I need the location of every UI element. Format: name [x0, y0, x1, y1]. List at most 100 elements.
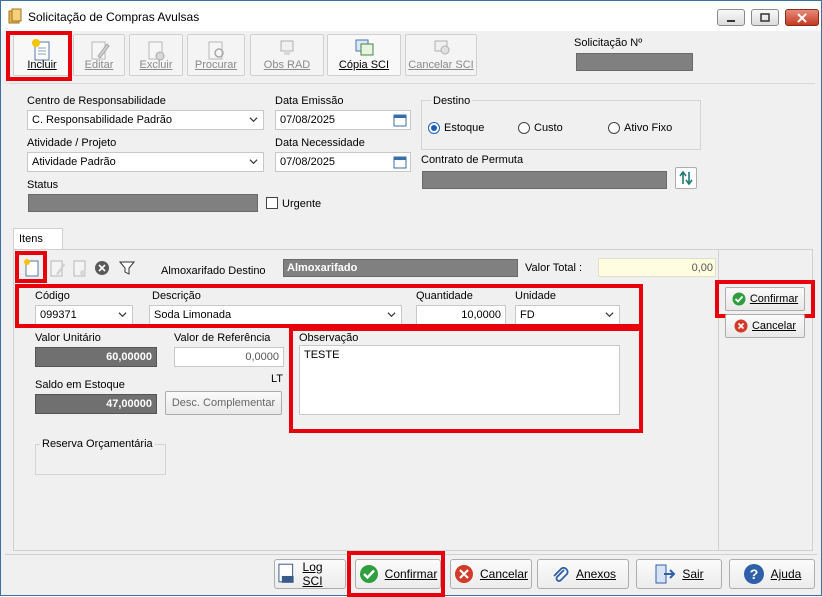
quantidade-field[interactable]: 10,0000: [416, 305, 506, 325]
codigo-select[interactable]: 099371: [35, 305, 133, 325]
radio-ativo-fixo[interactable]: Ativo Fixo: [608, 122, 672, 134]
copy-icon: [355, 39, 374, 56]
tab-itens-label: Itens: [19, 233, 43, 245]
observacao-value: TESTE: [304, 349, 340, 361]
data-emissao-label: Data Emissão: [275, 95, 344, 107]
editar-label: Editar: [84, 59, 114, 71]
cancel-document-icon: [434, 40, 450, 55]
copia-sci-button[interactable]: Cópia SCI: [327, 34, 401, 76]
remove-item-icon[interactable]: [71, 258, 89, 278]
almox-value: Almoxarifado: [287, 262, 358, 274]
status-label: Status: [27, 179, 59, 191]
chevron-down-icon: [387, 312, 396, 318]
add-item-icon[interactable]: [23, 258, 41, 278]
descricao-label: Descrição: [152, 290, 201, 302]
cancelar-label: Cancelar: [479, 567, 529, 581]
atividade-value: Atividade Padrão: [32, 156, 116, 168]
radio-estoque-label: Estoque: [444, 122, 485, 134]
copia-sci-label: Cópia SCI: [338, 59, 390, 71]
procurar-button[interactable]: Procurar: [187, 34, 245, 76]
close-window-button[interactable]: [785, 9, 819, 26]
centro-select[interactable]: C. Responsabilidade Padrão: [27, 110, 264, 130]
saldo-field: 47,00000: [35, 394, 157, 414]
valor-unitario-field: 60,00000: [35, 347, 157, 367]
valor-total-value: 0,00: [691, 262, 713, 274]
item-confirmar-label: Confirmar: [749, 293, 799, 305]
item-cancelar-button[interactable]: Cancelar: [725, 314, 805, 338]
cancelar-button[interactable]: Cancelar: [450, 559, 532, 589]
cancelar-sci-button[interactable]: Cancelar SCI: [405, 34, 477, 76]
calendar-icon[interactable]: [393, 113, 407, 127]
atividade-select[interactable]: Atividade Padrão: [27, 152, 264, 172]
valor-unitario-label: Valor Unitário: [35, 332, 101, 344]
calendar-icon[interactable]: [393, 155, 407, 169]
radio-estoque-dot: [428, 122, 440, 134]
anexos-label: Anexos: [575, 567, 617, 581]
cancel-circle-icon: [734, 319, 748, 333]
maximize-button[interactable]: [751, 9, 779, 26]
item-confirmar-button[interactable]: Confirmar: [725, 287, 805, 311]
unidade-select[interactable]: FD: [515, 305, 620, 325]
almox-field: Almoxarifado: [283, 259, 518, 277]
confirmar-button[interactable]: Confirmar: [355, 559, 441, 589]
ajuda-button[interactable]: ? Ajuda: [729, 559, 815, 589]
svg-text:?: ?: [749, 566, 758, 582]
item-cancelar-label: Cancelar: [751, 320, 797, 332]
header-divider: [9, 83, 815, 84]
swap-button[interactable]: [675, 167, 697, 189]
chevron-down-icon: [249, 117, 258, 123]
check-circle-icon: [359, 565, 378, 583]
minimize-icon: [727, 19, 735, 22]
data-necessidade-label: Data Necessidade: [275, 137, 365, 149]
contrato-label: Contrato de Permuta: [421, 154, 524, 166]
editar-button[interactable]: Editar: [73, 34, 125, 76]
swap-arrows-icon: [679, 170, 693, 186]
almox-label: Almoxarifado Destino: [161, 265, 266, 277]
saldo-label: Saldo em Estoque: [35, 379, 125, 391]
observacao-label: Observação: [299, 332, 359, 344]
urgente-checkbox[interactable]: [266, 197, 278, 209]
ajuda-label: Ajuda: [770, 567, 802, 581]
itens-side-divider: [718, 249, 719, 551]
excluir-button[interactable]: Excluir: [129, 34, 183, 76]
solicitacao-number-field: [576, 53, 693, 71]
obs-rad-label: Obs RAD: [263, 59, 311, 71]
descricao-select[interactable]: Soda Limonada: [149, 305, 402, 325]
radio-custo-label: Custo: [534, 122, 563, 134]
data-emissao-field[interactable]: 07/08/2025: [275, 110, 411, 130]
radio-custo[interactable]: Custo: [518, 122, 563, 134]
observacao-textarea[interactable]: TESTE: [299, 345, 620, 415]
log-sci-label: Log SCI: [302, 560, 323, 588]
contrato-field: [422, 171, 667, 189]
filter-icon[interactable]: [119, 259, 135, 277]
chevron-down-icon: [118, 312, 127, 318]
incluir-label: Incluir: [27, 59, 57, 71]
desc-complementar-button[interactable]: Desc. Complementar: [165, 391, 282, 415]
sair-label: Sair: [682, 567, 704, 581]
footer-divider: [5, 554, 817, 555]
radio-ativo-fixo-label: Ativo Fixo: [624, 122, 673, 134]
minimize-button[interactable]: [717, 9, 745, 26]
cancel-circle-icon[interactable]: [94, 260, 110, 276]
maximize-icon: [760, 12, 770, 22]
sair-button[interactable]: Sair: [636, 559, 722, 589]
log-document-icon: [278, 563, 294, 583]
incluir-button[interactable]: Incluir: [13, 34, 71, 76]
valor-referencia-field[interactable]: 0,0000: [174, 347, 284, 367]
notes-icon: [280, 40, 294, 55]
edit-item-icon[interactable]: [48, 258, 66, 278]
lt-label: LT: [271, 373, 284, 385]
anexos-button[interactable]: Anexos: [537, 559, 629, 589]
reserva-label: Reserva Orçamentária: [40, 438, 155, 450]
obs-rad-button[interactable]: Obs RAD: [250, 34, 324, 76]
descricao-value: Soda Limonada: [154, 309, 232, 321]
log-sci-button[interactable]: Log SCI: [274, 559, 346, 589]
status-field: [28, 194, 258, 212]
tab-itens[interactable]: Itens: [13, 228, 63, 250]
cancel-circle-icon: [454, 565, 473, 583]
unidade-value: FD: [520, 309, 535, 321]
help-icon: ?: [743, 564, 764, 584]
radio-estoque[interactable]: Estoque: [428, 122, 484, 134]
data-necessidade-field[interactable]: 07/08/2025: [275, 152, 411, 172]
cancelar-sci-label: Cancelar SCI: [408, 59, 474, 71]
